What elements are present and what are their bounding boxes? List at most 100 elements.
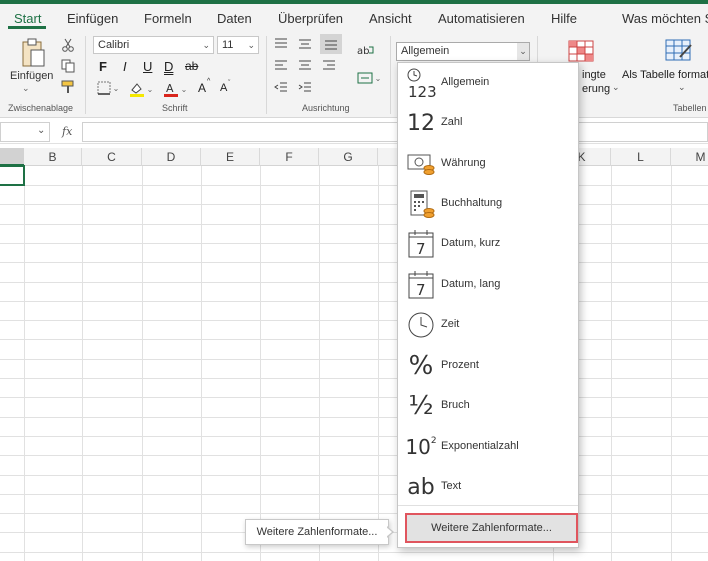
column-header-h[interactable] — [378, 148, 398, 166]
fill-color-icon[interactable]: ⌄ — [128, 80, 154, 98]
tab-view[interactable]: Ansicht — [369, 11, 412, 26]
format-option-label: Prozent — [441, 359, 479, 371]
active-cell[interactable] — [0, 165, 25, 186]
format-option-scientific[interactable]: 10 2 Exponentialzahl — [398, 427, 578, 467]
font-size-value: 11 — [222, 39, 234, 51]
format-option-long-date[interactable]: 7 Datum, lang — [398, 265, 578, 305]
tab-data[interactable]: Daten — [217, 11, 252, 26]
wrap-text-icon[interactable]: ab — [355, 42, 377, 60]
borders-icon[interactable]: ⌄ — [95, 80, 121, 96]
column-header-c[interactable]: C — [82, 148, 142, 166]
tab-automate[interactable]: Automatisieren — [438, 11, 525, 26]
tab-start[interactable]: Start — [14, 11, 41, 26]
format-painter-icon[interactable] — [60, 79, 76, 95]
format-option-time[interactable]: Zeit — [398, 305, 578, 345]
font-size-select[interactable]: 11 ⌄ — [217, 36, 259, 54]
alignment-group-label: Ausrichtung — [302, 103, 350, 113]
tab-review[interactable]: Überprüfen — [278, 11, 343, 26]
column-header-b[interactable]: B — [24, 148, 82, 166]
format-as-table-label[interactable]: Als Tabelle formatieren — [622, 69, 708, 81]
column-header-e[interactable]: E — [201, 148, 260, 166]
conditional-formatting-label-1[interactable]: ingte — [582, 69, 606, 81]
grid-row-line — [0, 455, 708, 456]
format-option-label: Exponentialzahl — [441, 440, 519, 452]
bold-button[interactable]: F — [99, 59, 107, 74]
grid-row-line — [0, 262, 708, 263]
chevron-down-icon[interactable]: ⌄ — [37, 125, 45, 136]
grow-font-button[interactable]: A — [198, 81, 206, 95]
format-option-percent[interactable]: % Prozent — [398, 346, 578, 386]
paste-dropdown-icon[interactable]: ⌄ — [22, 83, 30, 94]
format-option-label: Währung — [441, 157, 486, 169]
format-option-label: Buchhaltung — [441, 197, 503, 209]
merge-cells-icon[interactable]: ⌄ — [355, 70, 383, 86]
align-middle-icon[interactable] — [296, 36, 314, 52]
cut-icon[interactable] — [60, 37, 76, 53]
column-header-m[interactable]: M — [671, 148, 708, 166]
format-option-general[interactable]: 123 Allgemein — [398, 63, 578, 103]
svg-text:7: 7 — [416, 240, 426, 258]
conditional-formatting-icon[interactable] — [567, 39, 595, 63]
column-header-g[interactable]: G — [319, 148, 378, 166]
svg-text:A: A — [166, 82, 174, 95]
number-format-select[interactable]: Allgemein ⌄ — [396, 42, 530, 61]
short-date-icon: 7 — [406, 228, 436, 260]
paste-icon[interactable] — [18, 38, 48, 68]
grid-row-line — [0, 378, 708, 379]
grid-column-line — [82, 166, 83, 561]
copy-icon[interactable] — [60, 58, 76, 74]
align-left-icon[interactable] — [272, 58, 290, 74]
format-option-short-date[interactable]: 7 Datum, kurz — [398, 224, 578, 264]
increase-indent-icon[interactable] — [296, 80, 314, 96]
grid-column-line — [378, 166, 379, 561]
align-right-icon[interactable] — [320, 58, 338, 74]
format-option-accounting[interactable]: Buchhaltung — [398, 184, 578, 224]
format-option-text[interactable]: ab Text — [398, 467, 578, 507]
italic-button[interactable]: I — [123, 59, 127, 74]
tab-help[interactable]: Hilfe — [551, 11, 577, 26]
more-number-formats-button[interactable]: Weitere Zahlenformate... — [405, 513, 578, 543]
clock-icon — [406, 309, 436, 341]
format-option-label: Allgemein — [441, 76, 490, 88]
align-bottom-icon[interactable] — [320, 34, 342, 54]
tab-insert[interactable]: Einfügen — [67, 11, 118, 26]
tooltip-arrow-fill — [386, 527, 392, 537]
insert-function-icon[interactable]: fx — [62, 125, 72, 138]
format-option-fraction[interactable]: ½ Bruch — [398, 386, 578, 426]
format-option-currency[interactable]: Währung — [398, 144, 578, 184]
chevron-down-icon[interactable]: ⌄ — [517, 43, 529, 60]
tab-formulas[interactable]: Formeln — [144, 11, 192, 26]
tables-group-label: Tabellen — [673, 103, 707, 113]
grid-row-line — [0, 417, 708, 418]
grid-row-line — [0, 301, 708, 302]
grid-row-line — [0, 359, 708, 360]
double-underline-button[interactable]: D — [164, 59, 173, 74]
grid-column-line — [260, 166, 261, 561]
clipboard-group-label: Zwischenablage — [8, 103, 74, 113]
underline-button[interactable]: U — [143, 59, 152, 74]
align-center-icon[interactable] — [296, 58, 314, 74]
column-header-f[interactable]: F — [260, 148, 319, 166]
column-header-d[interactable]: D — [142, 148, 201, 166]
shrink-font-button[interactable]: A — [220, 82, 227, 94]
font-color-icon[interactable]: A ⌄ — [162, 80, 188, 98]
strikethrough-button[interactable]: ab — [185, 59, 198, 73]
number-format-value: Allgemein — [401, 45, 450, 57]
font-name-select[interactable]: Calibri ⌄ — [93, 36, 214, 54]
column-header-a[interactable] — [0, 148, 24, 166]
grid-row-line — [0, 185, 708, 186]
formula-input[interactable] — [82, 122, 708, 142]
tell-me-search[interactable]: Was möchten Sie — [622, 11, 708, 26]
grid-row-line — [0, 475, 708, 476]
paste-label[interactable]: Einfügen — [10, 70, 53, 82]
decrease-indent-icon[interactable] — [272, 80, 290, 96]
conditional-formatting-label-2[interactable]: erung — [582, 83, 610, 95]
name-box[interactable]: ⌄ — [0, 122, 50, 142]
format-as-table-icon[interactable] — [664, 39, 694, 63]
align-top-icon[interactable] — [272, 36, 290, 52]
grid-row-line — [0, 282, 708, 283]
column-header-l[interactable]: L — [611, 148, 671, 166]
format-option-number[interactable]: 12 Zahl — [398, 103, 578, 143]
grid-column-line — [24, 166, 25, 561]
grid-row-line — [0, 204, 708, 205]
